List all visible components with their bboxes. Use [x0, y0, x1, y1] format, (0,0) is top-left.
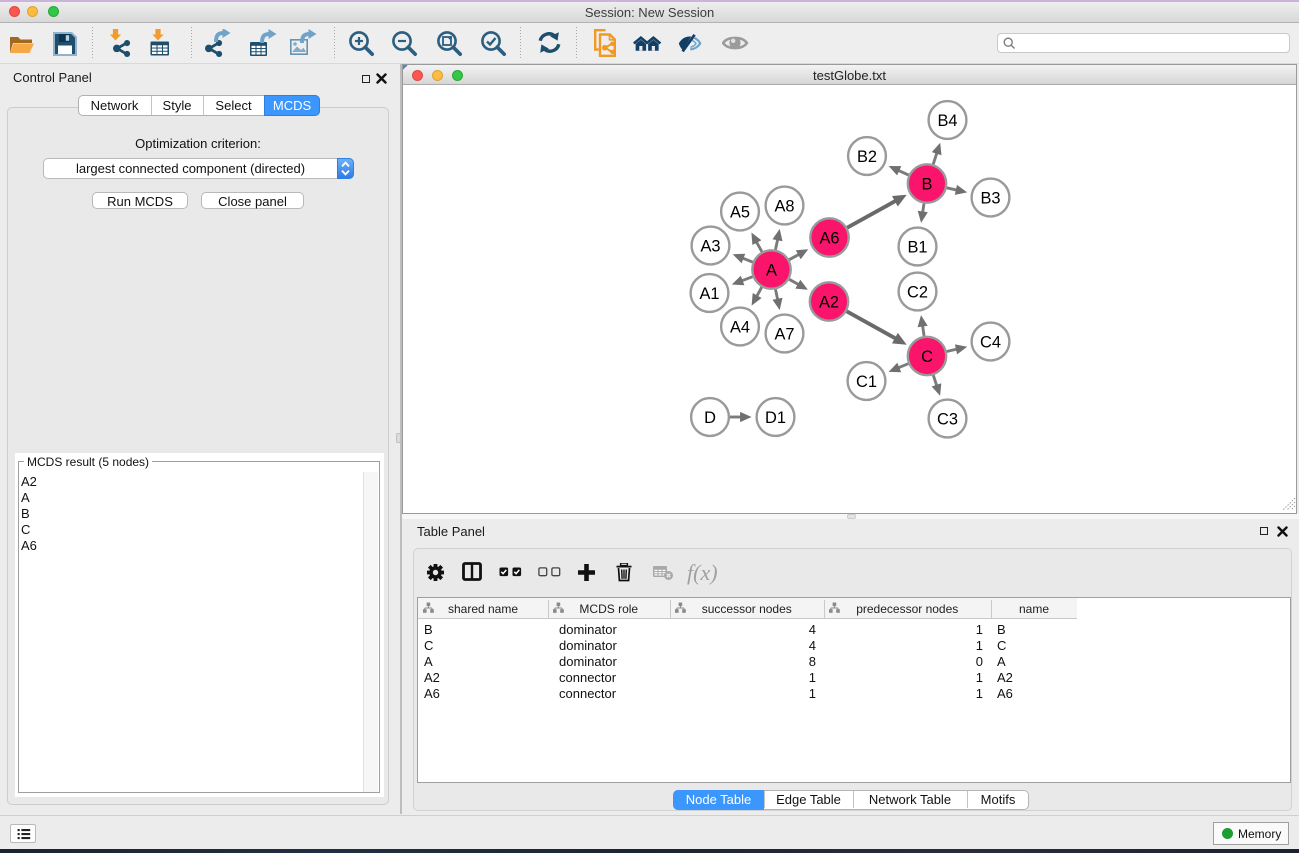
svg-text:A: A [766, 261, 777, 279]
svg-text:C1: C1 [856, 373, 877, 391]
svg-text:A5: A5 [730, 203, 750, 221]
svg-text:C3: C3 [937, 410, 958, 428]
svg-text:C2: C2 [907, 283, 928, 301]
svg-text:C: C [921, 348, 933, 366]
svg-text:A4: A4 [730, 318, 750, 336]
svg-text:A6: A6 [819, 229, 839, 247]
svg-text:C4: C4 [980, 333, 1001, 351]
svg-text:A3: A3 [700, 237, 720, 255]
svg-text:B: B [922, 175, 933, 193]
svg-text:A8: A8 [774, 197, 794, 215]
svg-text:A1: A1 [699, 285, 719, 303]
svg-text:B4: B4 [937, 112, 957, 130]
svg-text:A2: A2 [819, 293, 839, 311]
svg-text:A7: A7 [774, 325, 794, 343]
svg-text:B3: B3 [980, 189, 1000, 207]
svg-text:B2: B2 [857, 148, 877, 166]
svg-text:B1: B1 [907, 238, 927, 256]
svg-text:D: D [704, 409, 716, 427]
svg-text:D1: D1 [765, 409, 786, 427]
